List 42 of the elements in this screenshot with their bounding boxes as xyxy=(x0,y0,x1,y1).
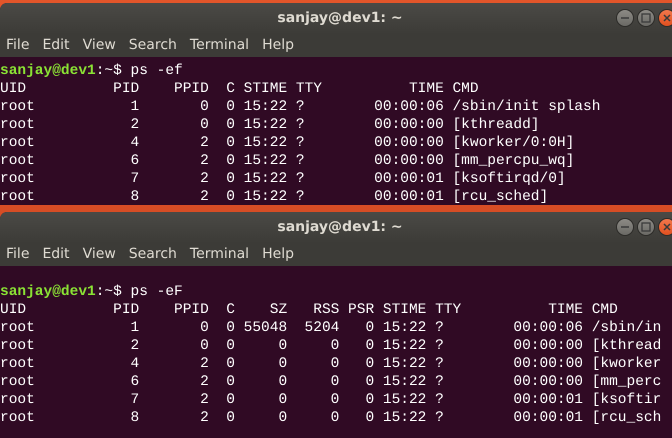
process-row-text: root 6 2 0 15:22 ? 00:00:00 [mm_percpu_wq] xyxy=(0,152,576,170)
prompt-user-host: sanjay@dev1 xyxy=(0,63,96,79)
process-row-text: root 4 2 0 0 0 0 15:22 ? 00:00:00 [kworker xyxy=(0,355,662,373)
minimize-button[interactable] xyxy=(616,218,634,236)
command-text: :~$ ps -eF xyxy=(96,284,183,300)
minimize-button[interactable] xyxy=(616,9,634,27)
prompt-user-host: sanjay@dev1 xyxy=(0,284,96,300)
menu-item[interactable]: View xyxy=(82,246,116,262)
menu-item[interactable]: File xyxy=(6,37,30,53)
window-title: sanjay@dev1: ~ xyxy=(277,10,403,26)
menu-item[interactable]: View xyxy=(82,37,116,53)
menu-item[interactable]: Help xyxy=(262,246,294,262)
maximize-button[interactable] xyxy=(637,9,655,27)
command-text: :~$ ps -ef xyxy=(96,63,183,79)
process-row-text: root 1 0 0 15:22 ? 00:00:06 /sbin/init splash xyxy=(0,98,602,116)
process-row-text: root 7 2 0 15:22 ? 00:00:01 [ksoftirqd/0] xyxy=(0,170,567,188)
close-icon xyxy=(662,222,672,232)
process-row-text: root 6 2 0 0 0 0 15:22 ? 00:00:00 [mm_perc xyxy=(0,373,662,391)
column-header-line: UID PID PPID C STIME TTY TIME CMD xyxy=(0,80,480,98)
menu-item[interactable]: File xyxy=(6,246,30,262)
process-row-text: root 8 2 0 15:22 ? 00:00:01 [rcu_sched] xyxy=(0,188,550,205)
menu-item[interactable]: Help xyxy=(262,37,294,53)
close-button[interactable] xyxy=(658,218,672,236)
process-row-text: root 2 0 0 0 0 0 15:22 ? 00:00:00 [kthread xyxy=(0,337,662,355)
menu-item[interactable]: Search xyxy=(128,37,177,53)
menu-item[interactable]: Terminal xyxy=(190,37,250,53)
window-title: sanjay@dev1: ~ xyxy=(277,219,403,235)
process-row-text: root 7 2 0 0 0 0 15:22 ? 00:00:01 [ksoftir xyxy=(0,391,662,409)
close-button[interactable] xyxy=(658,9,672,27)
process-row-text: root 4 2 0 15:22 ? 00:00:00 [kworker/0:0H] xyxy=(0,134,576,152)
process-row-text: root 1 0 0 55048 5204 0 15:22 ? 00:00:06 /sbin/in xyxy=(0,319,662,337)
close-icon xyxy=(662,13,672,23)
process-row-text: root 2 0 0 15:22 ? 00:00:00 [kthreadd] xyxy=(0,116,540,134)
menu-item[interactable]: Edit xyxy=(42,246,70,262)
menu-item[interactable]: Search xyxy=(128,246,177,262)
maximize-icon xyxy=(641,13,651,23)
maximize-button[interactable] xyxy=(637,218,655,236)
column-header-line: UID PID PPID C SZ RSS PSR STIME TTY TIME CMD xyxy=(0,301,619,319)
menu-item[interactable]: Terminal xyxy=(190,246,250,262)
process-row-text: root 8 2 0 0 0 0 15:22 ? 00:00:01 [rcu_sch xyxy=(0,409,662,427)
maximize-icon xyxy=(641,222,651,232)
menu-item[interactable]: Edit xyxy=(42,37,70,53)
